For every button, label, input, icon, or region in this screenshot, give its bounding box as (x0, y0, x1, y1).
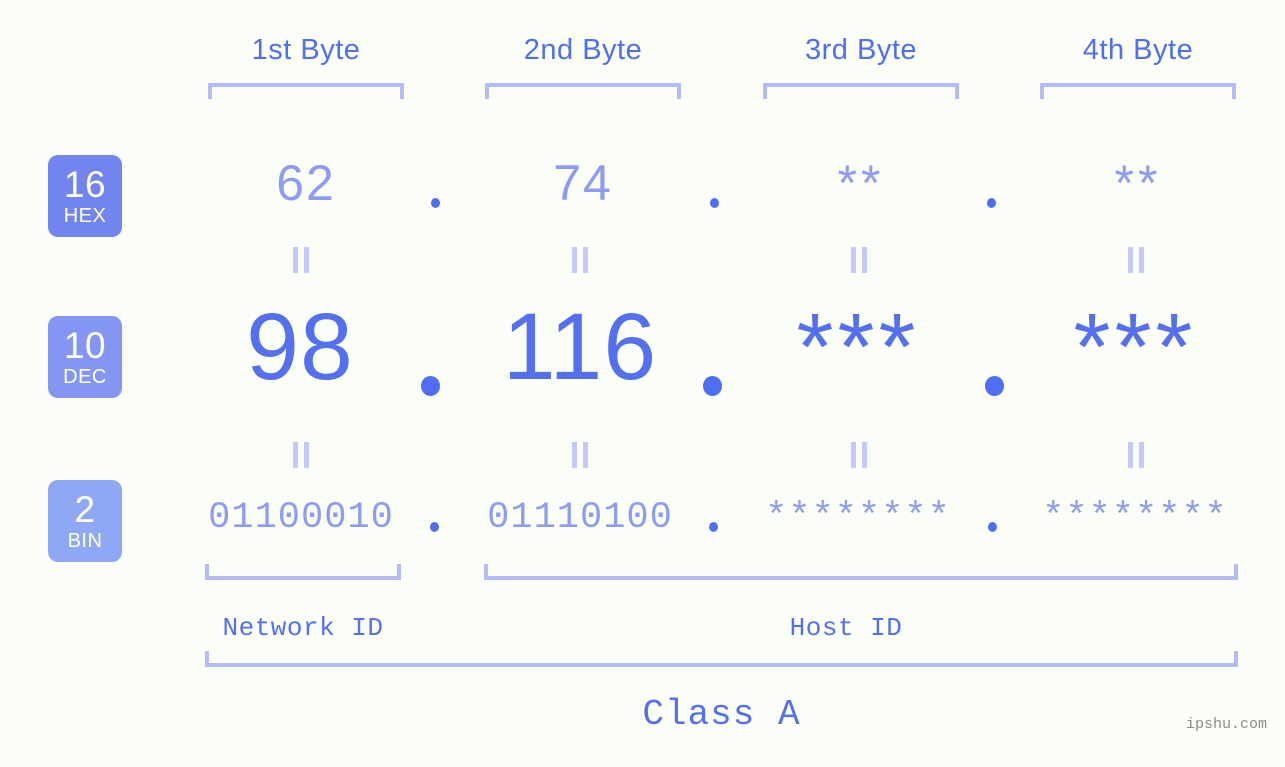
dec-value-byte-1: 98 (246, 294, 354, 400)
base-badge-dec-number: 10 (63, 325, 107, 366)
equality-mark-dec-bin-2 (570, 442, 590, 468)
bin-value-byte-3: ******** (765, 497, 951, 539)
base-badge-bin-number: 2 (74, 489, 96, 530)
base-badge-hex-name: HEX (63, 205, 107, 227)
dec-separator-dot-1 (421, 376, 440, 396)
equality-mark-hex-dec-4 (1126, 247, 1146, 273)
bin-separator-dot-1 (430, 522, 439, 532)
equality-mark-hex-dec-3 (849, 247, 869, 273)
hex-separator-dot-3 (987, 198, 996, 208)
host-id-label: Host ID (789, 613, 903, 643)
base-badge-hex-number: 16 (63, 164, 107, 205)
base-badge-dec-name: DEC (63, 366, 107, 388)
dec-value-byte-4: *** (1073, 294, 1197, 400)
equality-mark-hex-dec-1 (291, 247, 311, 273)
hex-separator-dot-2 (710, 198, 719, 208)
base-badge-dec: 10 DEC (48, 316, 122, 398)
dec-value-byte-3: *** (796, 294, 920, 400)
hex-value-byte-4: ** (1114, 155, 1162, 211)
hex-value-byte-1: 62 (276, 155, 336, 211)
byte-header-3: 3rd Byte (805, 34, 917, 66)
bin-value-byte-2: 01110100 (487, 497, 673, 539)
byte-bracket-3 (763, 83, 959, 99)
equality-mark-dec-bin-4 (1126, 442, 1146, 468)
ip-byte-breakdown-diagram: 1st Byte 2nd Byte 3rd Byte 4th Byte 16 H… (0, 0, 1285, 767)
bin-separator-dot-2 (709, 522, 718, 532)
equality-mark-dec-bin-3 (849, 442, 869, 468)
byte-bracket-1 (208, 83, 404, 99)
byte-header-2: 2nd Byte (523, 34, 643, 66)
equality-mark-hex-dec-2 (570, 247, 590, 273)
class-label: Class A (642, 694, 801, 735)
network-id-label: Network ID (222, 613, 384, 643)
dec-separator-dot-3 (985, 376, 1004, 396)
class-bracket (205, 651, 1238, 667)
bin-value-byte-1: 01100010 (208, 497, 394, 539)
base-badge-bin-name: BIN (67, 530, 103, 552)
bin-separator-dot-3 (988, 522, 997, 532)
network-id-bracket (205, 564, 401, 580)
equality-mark-dec-bin-1 (291, 442, 311, 468)
dec-separator-dot-2 (703, 376, 722, 396)
hex-value-byte-2: 74 (553, 155, 613, 211)
bin-value-byte-4: ******** (1042, 497, 1228, 539)
byte-header-1: 1st Byte (251, 34, 361, 66)
dec-value-byte-2: 116 (502, 294, 658, 400)
byte-bracket-2 (485, 83, 681, 99)
byte-bracket-4 (1040, 83, 1236, 99)
host-id-bracket (484, 564, 1238, 580)
base-badge-hex: 16 HEX (48, 155, 122, 237)
base-badge-bin: 2 BIN (48, 480, 122, 562)
hex-separator-dot-1 (431, 198, 440, 208)
site-watermark: ipshu.com (1186, 716, 1268, 733)
byte-header-4: 4th Byte (1082, 34, 1194, 66)
hex-value-byte-3: ** (837, 155, 885, 211)
